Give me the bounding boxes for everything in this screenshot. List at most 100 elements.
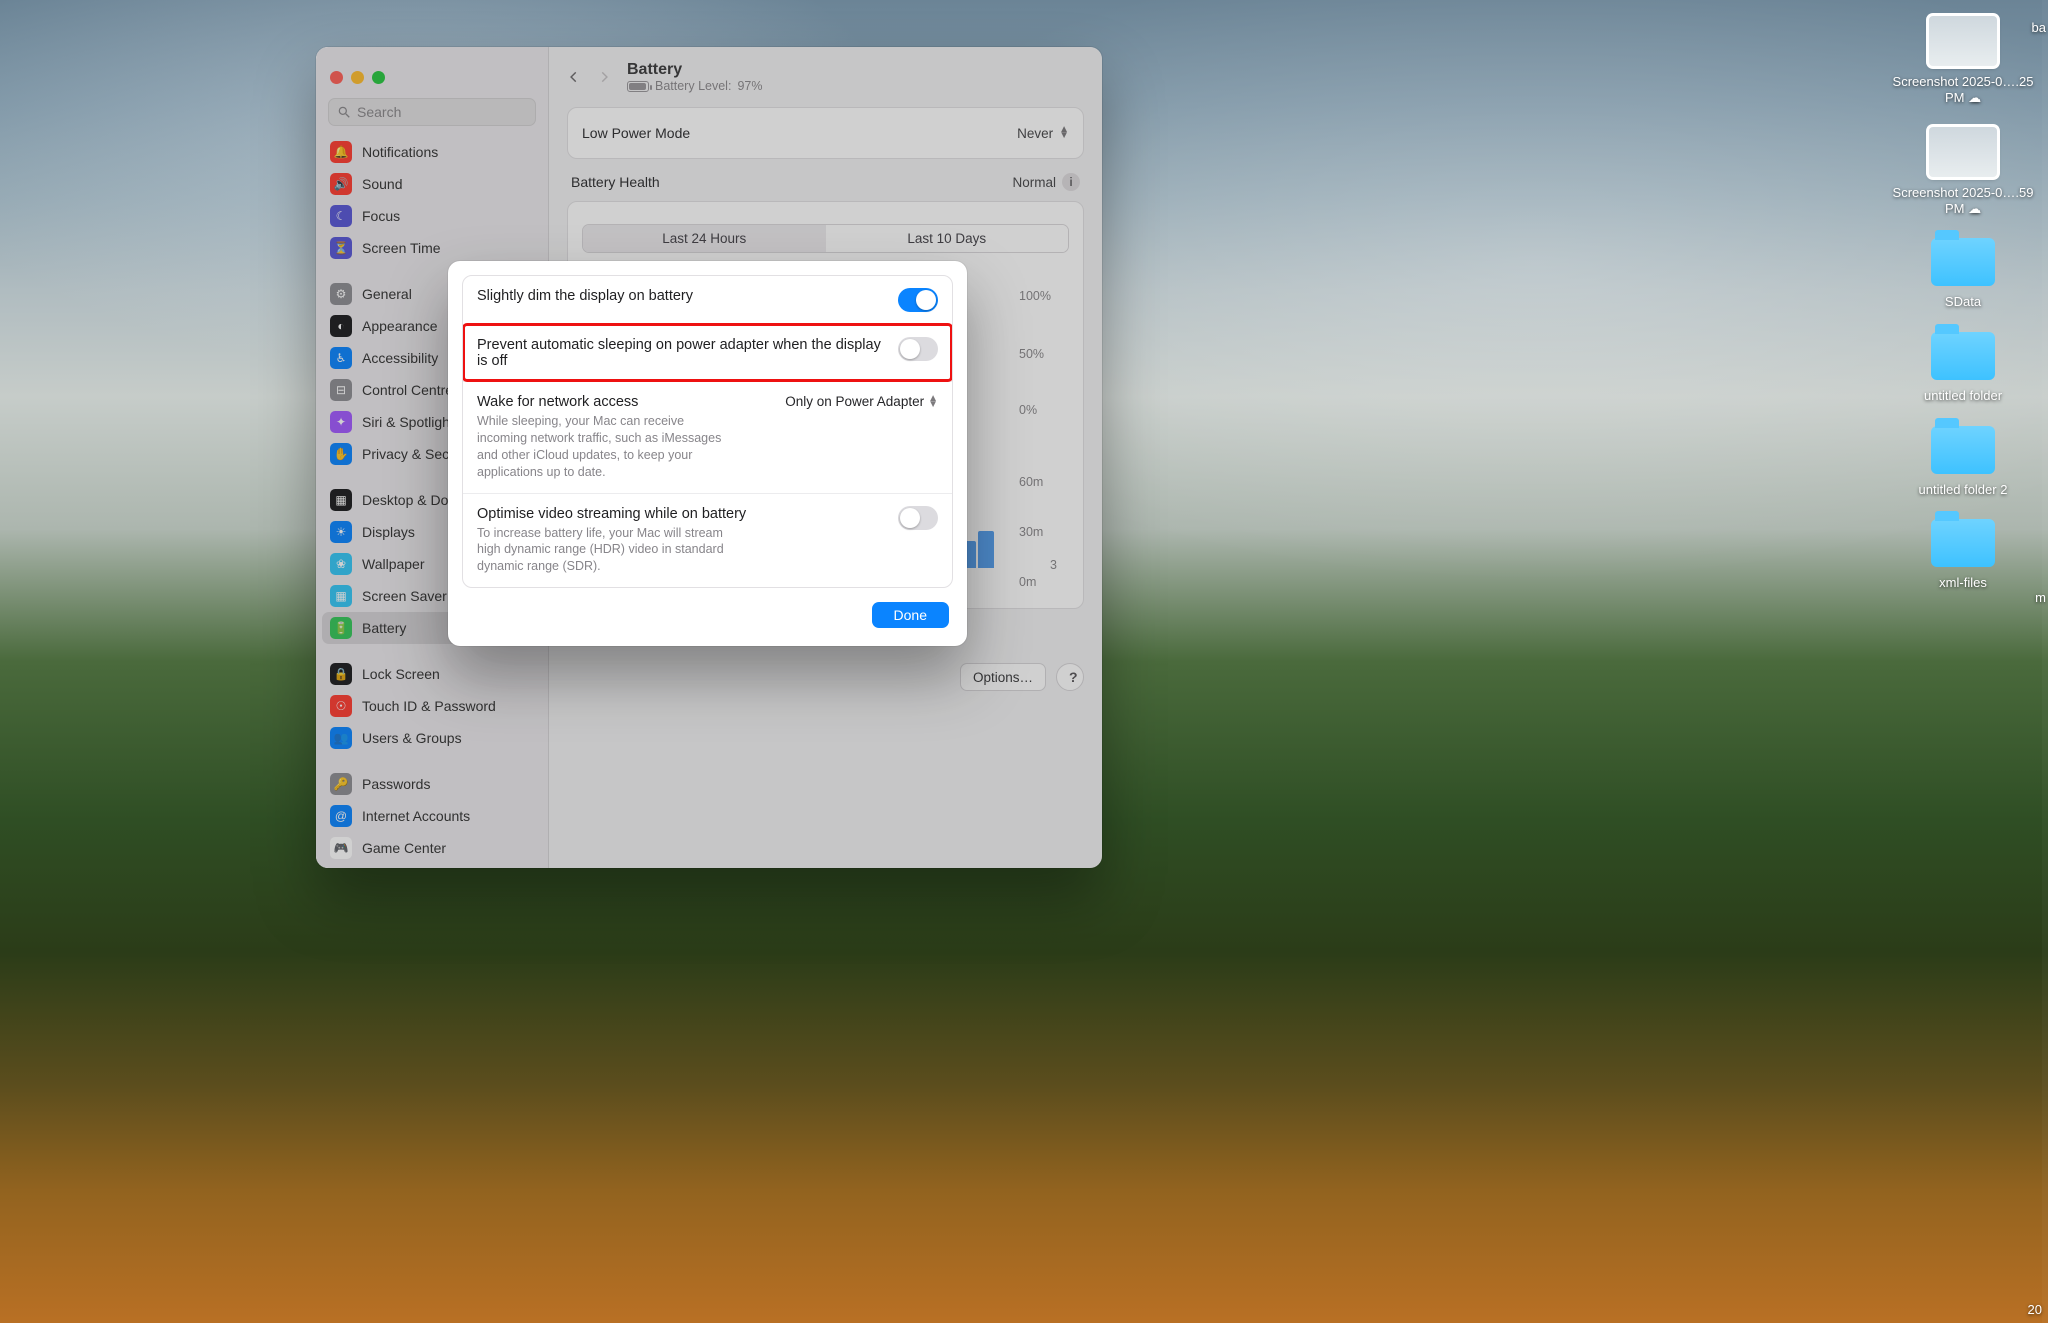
battery-health-label: Battery Health: [571, 174, 660, 190]
sidebar-item-users-groups[interactable]: 👥 Users & Groups: [322, 722, 542, 754]
low-power-panel: Low Power Mode Never ▲▼: [567, 107, 1084, 159]
desktop-dock-icon: ▦: [330, 489, 352, 511]
desktop-item-label: SData: [1945, 294, 1981, 310]
sound-icon: 🔊: [330, 173, 352, 195]
desktop-item-screenshot-2025-0-25-pm[interactable]: Screenshot 2025-0….25 PM ☁︎: [1888, 16, 2038, 105]
sidebar-item-label: Accessibility: [362, 350, 438, 366]
sidebar-item-wallet-apple-pay[interactable]: ⧉Wallet & Apple Pay: [322, 864, 542, 868]
sidebar-item-label: Focus: [362, 208, 400, 224]
option-row-optimise: Optimise video streaming while on batter…: [463, 493, 952, 588]
chevron-updown-icon: ▲▼: [928, 396, 938, 408]
screen-time-icon: ⏳: [330, 237, 352, 259]
sidebar-item-label: Battery: [362, 620, 406, 636]
sidebar-item-label: Sound: [362, 176, 402, 192]
help-button[interactable]: ?: [1056, 663, 1084, 691]
desktop-item-label: xml-files: [1939, 575, 1987, 591]
sidebar-item-lock-screen[interactable]: 🔒Lock Screen: [322, 658, 542, 690]
options-button[interactable]: Options…: [960, 663, 1046, 691]
option-description: To increase battery life, your Mac will …: [477, 525, 737, 576]
sidebar-item-label: Touch ID & Password: [362, 698, 496, 714]
search-input[interactable]: Search: [328, 98, 536, 126]
clipped-label-20: 20: [2028, 1302, 2042, 1317]
zoom-window-button[interactable]: [372, 71, 385, 84]
battery-options-sheet: Slightly dim the display on battery Preve…: [448, 261, 967, 646]
desktop-item-label: Screenshot 2025-0….59 PM ☁︎: [1888, 185, 2038, 216]
low-power-mode-select[interactable]: Never ▲▼: [1017, 126, 1069, 141]
users-groups-icon: 👥: [330, 727, 352, 749]
screen-edge-right: [2042, 0, 2048, 1323]
screen-saver-icon: ▦: [330, 585, 352, 607]
close-window-button[interactable]: [330, 71, 343, 84]
option-row-prevent-sleep: Prevent automatic sleeping on power adap…: [463, 324, 952, 381]
accessibility-icon: ♿︎: [330, 347, 352, 369]
toggle-optimise[interactable]: [898, 506, 938, 530]
sidebar-item-focus[interactable]: ☾ Focus: [322, 200, 542, 232]
chart-y-labels: 100% 50% 0% 60m 30m 0m: [1019, 287, 1069, 582]
option-select-wake[interactable]: Only on Power Adapter▲▼: [785, 394, 938, 409]
time-range-segmented: Last 24 Hours Last 10 Days: [582, 224, 1069, 253]
desktop-item-label: Screenshot 2025-0….25 PM ☁︎: [1888, 74, 2038, 105]
internet-accounts-icon: @: [330, 805, 352, 827]
back-button[interactable]: [567, 68, 581, 91]
focus-icon: ☾: [330, 205, 352, 227]
option-row-wake: Wake for network accessWhile sleeping, y…: [463, 381, 952, 493]
control-centre-icon: ⊟: [330, 379, 352, 401]
info-icon[interactable]: i: [1062, 173, 1080, 191]
segment-last-24-hours[interactable]: Last 24 Hours: [583, 225, 826, 252]
nav-buttons: [567, 64, 611, 91]
low-power-mode-label: Low Power Mode: [582, 125, 690, 141]
sidebar-item-passwords[interactable]: 🔑 Passwords: [322, 768, 542, 800]
toggle-knob: [900, 508, 920, 528]
desktop-icons: Screenshot 2025-0….25 PM ☁︎ Screenshot 20…: [1888, 16, 2038, 613]
desktop-item-label: untitled folder 2: [1919, 482, 2008, 498]
desktop-item-xml-files[interactable]: xml-files: [1888, 519, 2038, 591]
sidebar-item-internet-accounts[interactable]: @ Internet Accounts: [322, 800, 542, 832]
desktop-item-untitled-folder-2[interactable]: untitled folder 2: [1888, 426, 2038, 498]
appearance-icon: ◐: [330, 315, 352, 337]
search-icon: [337, 105, 351, 119]
sidebar-item-label: General: [362, 286, 412, 302]
done-button[interactable]: Done: [872, 602, 949, 628]
search-placeholder: Search: [357, 104, 401, 120]
battery-health-value: Normal: [1012, 175, 1056, 190]
sidebar-item-label: Screen Saver: [362, 588, 447, 604]
battery-level-status: Battery Level: 97%: [627, 79, 762, 93]
sidebar-item-notifications[interactable]: 🔔Notifications: [322, 136, 542, 168]
battery-icon: 🔋: [330, 617, 352, 639]
folder-icon: [1931, 426, 1995, 474]
folder-icon: [1931, 519, 1995, 567]
toggle-knob: [900, 339, 920, 359]
forward-button[interactable]: [597, 68, 611, 91]
battery-icon: [627, 81, 649, 92]
screenshot-thumb-icon: [1929, 16, 1997, 66]
sidebar-item-label: Internet Accounts: [362, 808, 470, 824]
sidebar-item-game-center[interactable]: 🎮Game Center: [322, 832, 542, 864]
touch-id-password-icon: ☉: [330, 695, 352, 717]
privacy-security-icon: ✋: [330, 443, 352, 465]
sidebar-item-label: Screen Time: [362, 240, 441, 256]
chevron-updown-icon: ▲▼: [1059, 127, 1069, 139]
sidebar-item-label: Siri & Spotlight: [362, 414, 454, 430]
desktop-item-untitled-folder[interactable]: untitled folder: [1888, 332, 2038, 404]
sidebar-item-screen-time[interactable]: ⏳ Screen Time: [322, 232, 542, 264]
sidebar-item-label: Displays: [362, 524, 415, 540]
game-center-icon: 🎮: [330, 837, 352, 859]
x-tick-3: 3: [1050, 558, 1057, 572]
option-label: Prevent automatic sleeping on power adap…: [477, 337, 884, 369]
sidebar-item-touch-id-password[interactable]: ☉ Touch ID & Password: [322, 690, 542, 722]
minimize-window-button[interactable]: [351, 71, 364, 84]
option-row-dim: Slightly dim the display on battery: [463, 276, 952, 324]
toggle-prevent-sleep[interactable]: [898, 337, 938, 361]
segment-last-10-days[interactable]: Last 10 Days: [826, 225, 1069, 252]
cloud-icon: ☁︎: [1968, 201, 1981, 217]
folder-icon: [1931, 238, 1995, 286]
desktop-item-sdata[interactable]: SData: [1888, 238, 2038, 310]
sidebar-item-label: Appearance: [362, 318, 438, 334]
passwords-icon: 🔑: [330, 773, 352, 795]
sidebar-item-sound[interactable]: 🔊 Sound: [322, 168, 542, 200]
toggle-dim[interactable]: [898, 288, 938, 312]
sidebar-item-label: Passwords: [362, 776, 430, 792]
desktop-item-screenshot-2025-0-59-pm[interactable]: Screenshot 2025-0….59 PM ☁︎: [1888, 127, 2038, 216]
sidebar-item-label: Users & Groups: [362, 730, 462, 746]
lock-screen-icon: 🔒: [330, 663, 352, 685]
